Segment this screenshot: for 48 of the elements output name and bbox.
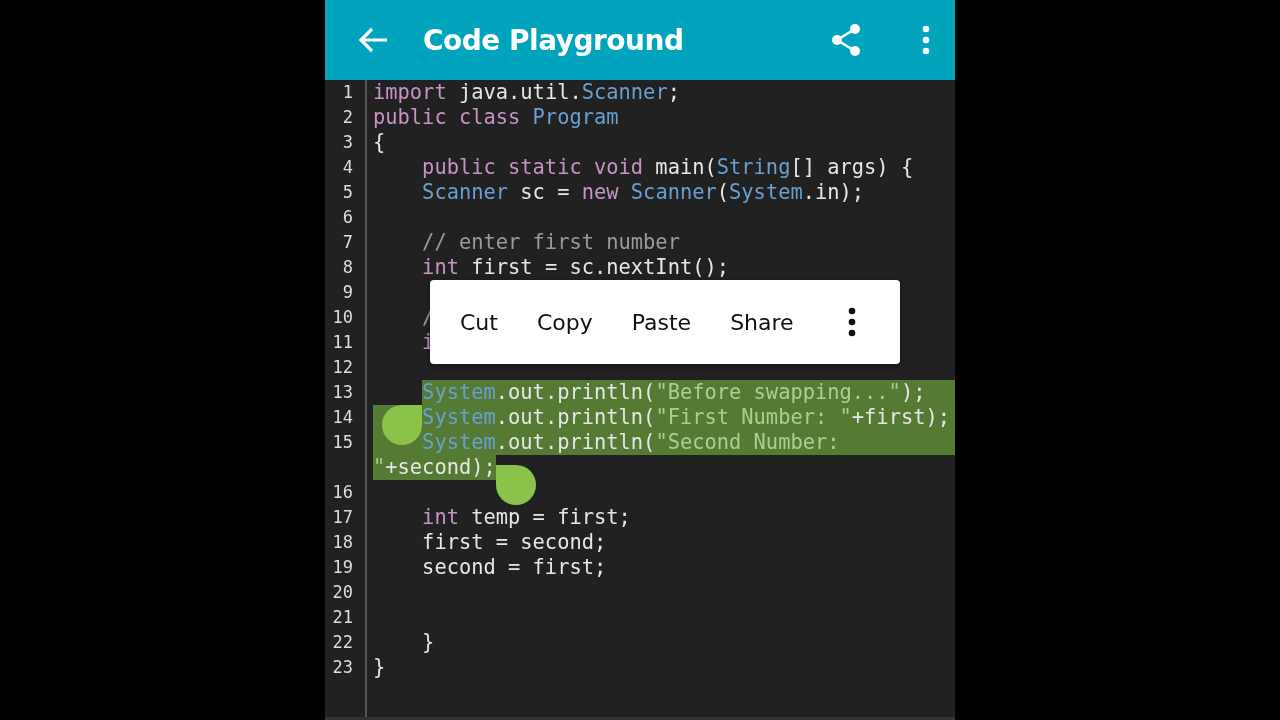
selection-handle[interactable]	[496, 465, 536, 505]
line-number: 6	[341, 206, 353, 229]
line-number: 9	[341, 281, 353, 304]
code-line: second = first;	[422, 555, 607, 580]
code-line: int first = sc.nextInt();	[422, 255, 730, 280]
line-number: 20	[331, 581, 353, 604]
code-line: public class Program	[373, 105, 619, 130]
code-line: }	[373, 655, 386, 680]
menu-item[interactable]: Paste	[623, 309, 700, 335]
line-number: 4	[341, 156, 353, 179]
line-number: 5	[341, 181, 353, 204]
line-number: 21	[331, 606, 353, 629]
code-line: // enter first number	[422, 230, 680, 255]
line-number: 17	[331, 506, 353, 529]
code-line: System.out.println("First Number: "+first);	[422, 405, 950, 430]
line-number: 8	[341, 256, 353, 279]
code-line: int temp = first;	[422, 505, 631, 530]
code-line: System.out.println("Second Number:	[422, 430, 840, 455]
code-line: Scanner sc = new Scanner(System.in);	[422, 180, 865, 205]
selection-handle[interactable]	[382, 405, 422, 445]
line-number: 13	[331, 381, 353, 404]
line-number: 12	[331, 356, 353, 379]
line-number: 18	[331, 531, 353, 554]
menu-item[interactable]: Cut	[452, 309, 506, 335]
share-icon[interactable]	[829, 23, 863, 57]
line-number: 7	[341, 231, 353, 254]
more-options-icon[interactable]	[846, 307, 857, 337]
line-number: 22	[331, 631, 353, 654]
app-title: Code Playground	[423, 23, 684, 57]
line-number: 10	[331, 306, 353, 329]
line-number: 2	[341, 106, 353, 129]
code-line: }	[422, 630, 435, 655]
line-number: 1	[341, 81, 353, 104]
line-number: 3	[341, 131, 353, 154]
code-line: System.out.println("Before swapping...");	[422, 380, 926, 405]
back-icon[interactable]	[357, 26, 389, 54]
code-line: {	[373, 130, 386, 155]
line-number: 16	[331, 481, 353, 504]
code-line: first = second;	[422, 530, 607, 555]
line-number: 11	[331, 331, 353, 354]
line-number: 23	[331, 656, 353, 679]
line-number: 14	[331, 406, 353, 429]
line-number: 19	[331, 556, 353, 579]
menu-item[interactable]: Copy	[528, 309, 601, 335]
code-line: import java.util.Scanner;	[373, 80, 680, 105]
line-number: 15	[331, 431, 353, 454]
code-line: public static void main(String[] args) {	[422, 155, 914, 180]
menu-item[interactable]: Share	[722, 309, 802, 335]
